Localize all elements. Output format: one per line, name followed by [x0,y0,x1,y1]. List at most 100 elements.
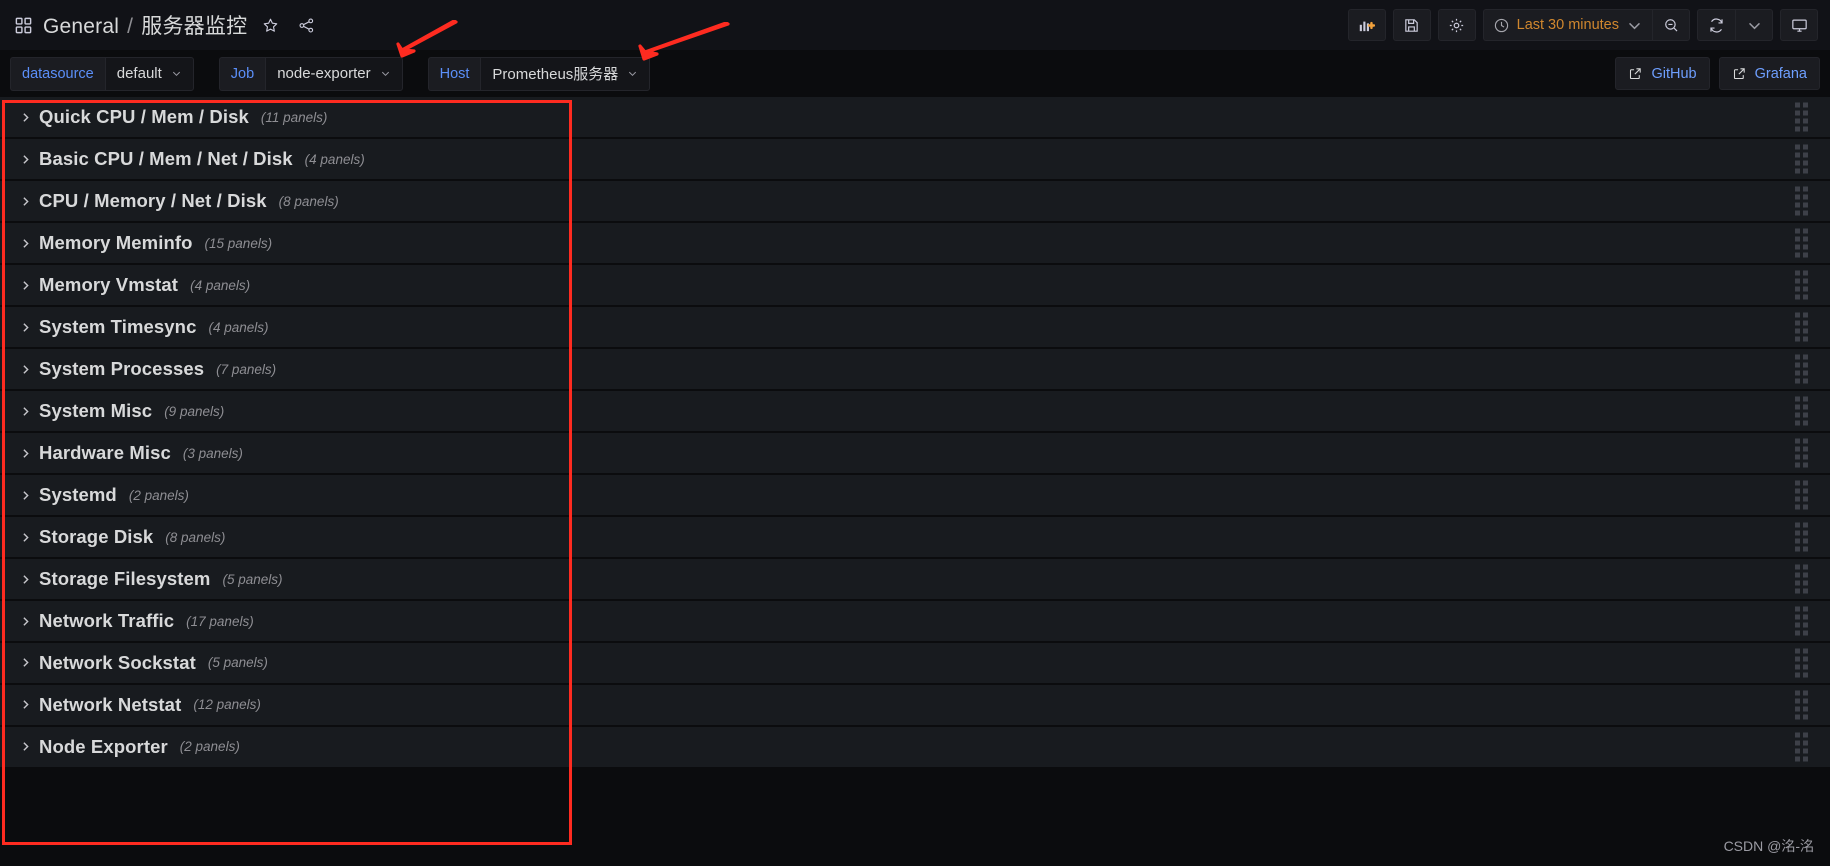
row-panel-count: (3 panels) [182,445,243,461]
external-link-icon [1733,68,1745,80]
row-drag-handle[interactable] [1795,270,1808,300]
zoom-out-time-button[interactable] [1652,9,1690,41]
chevron-right-icon [23,616,29,626]
row-title: Memory Meminfo [39,232,193,254]
dashboard-row[interactable]: System Processes (7 panels) [0,348,1830,390]
row-drag-handle[interactable] [1795,564,1808,594]
chevron-right-icon [23,322,29,332]
dashboard-link-grafana[interactable]: Grafana [1718,57,1820,90]
row-drag-handle[interactable] [1795,144,1808,174]
save-floppy-icon [1405,18,1418,32]
bar-chart-plus-icon [1359,21,1376,31]
variable-label-datasource: datasource [10,56,105,91]
row-panel-count: (15 panels) [204,235,273,251]
row-drag-handle[interactable] [1795,102,1808,132]
row-title: Network Sockstat [39,651,196,673]
dashboard-link-github[interactable]: GitHub [1615,57,1710,90]
row-drag-handle[interactable] [1795,732,1808,762]
external-link-icon [1630,68,1642,80]
refresh-interval-dropdown[interactable] [1735,9,1773,41]
dashboard-link-label-grafana: Grafana [1754,65,1807,82]
row-drag-handle[interactable] [1795,312,1808,342]
row-panel-count: (7 panels) [216,361,277,377]
row-panel-count: (8 panels) [278,193,339,209]
row-panel-count: (2 panels) [128,487,189,503]
row-drag-handle[interactable] [1795,396,1808,426]
variable-label-host: Host [427,56,481,91]
dashboard-row[interactable]: Basic CPU / Mem / Net / Disk (4 panels) [0,138,1830,180]
dashboard-row-list: Quick CPU / Mem / Disk (11 panels) Basic C… [0,97,1830,768]
variable-datasource: datasource default [10,56,194,91]
breadcrumb-separator: / [127,15,134,38]
row-title: CPU / Memory / Net / Disk [39,190,267,212]
page-title: 服务器监控 [141,15,248,38]
row-drag-handle[interactable] [1795,480,1808,510]
chevron-right-icon [23,658,29,668]
dashboard-row[interactable]: Systemd (2 panels) [0,474,1830,516]
breadcrumb-folder[interactable]: General [43,15,119,38]
row-panel-count: (11 panels) [260,109,328,125]
dashboard-row[interactable]: Network Sockstat (5 panels) [0,642,1830,684]
dashboard-row[interactable]: Memory Meminfo (15 panels) [0,222,1830,264]
variable-value-datasource[interactable]: default [104,56,194,91]
save-dashboard-button[interactable] [1392,9,1431,41]
variable-value-job[interactable]: node-exporter [265,56,403,91]
row-panel-count: (5 panels) [222,571,283,587]
chevron-right-icon [23,364,29,374]
zoom-out-icon [1664,18,1677,31]
dashboard-row[interactable]: Network Traffic (17 panels) [0,600,1830,642]
variable-value-text-datasource: default [116,65,162,82]
gear-icon [1449,18,1464,32]
dashboard-row[interactable]: Memory Vmstat (4 panels) [0,264,1830,306]
variable-value-text-host: Prometheus服务器 [492,66,619,83]
dashboard-row[interactable]: CPU / Memory / Net / Disk (8 panels) [0,180,1830,222]
share-nodes-icon[interactable] [293,12,319,38]
variable-value-host[interactable]: Prometheus服务器 [480,56,651,91]
dashboard-row[interactable]: Network Netstat (12 panels) [0,684,1830,726]
row-panel-count: (17 panels) [186,613,254,629]
row-title: Network Netstat [39,693,182,715]
row-panel-count: (9 panels) [164,403,225,419]
top-navigation-bar: General / 服务器监控 Last 30 minutes [0,0,1830,50]
row-panel-count: (4 panels) [208,319,269,335]
clock-icon [1494,18,1508,32]
time-controls-group: Last 30 minutes [1482,9,1690,41]
chevron-right-icon [23,280,29,290]
chevron-right-icon [23,112,29,122]
chevron-right-icon [23,490,29,500]
row-drag-handle[interactable] [1795,606,1808,636]
row-title: Systemd [39,484,117,506]
dashboard-row[interactable]: System Misc (9 panels) [0,390,1830,432]
kiosk-mode-button[interactable] [1780,9,1818,41]
time-range-picker[interactable]: Last 30 minutes [1482,9,1652,41]
row-panel-count: (12 panels) [193,697,261,713]
row-title: Storage Disk [39,526,154,548]
tv-monitor-icon [1791,19,1807,32]
row-drag-handle[interactable] [1795,228,1808,258]
watermark-label: CSDN @洺-洺 [1723,838,1814,854]
dashboard-row[interactable]: Hardware Misc (3 panels) [0,432,1830,474]
dashboard-links-group: GitHub Grafana [1615,57,1820,90]
row-drag-handle[interactable] [1795,522,1808,552]
dashboard-row[interactable]: Node Exporter (2 panels) [0,726,1830,768]
row-panel-count: (4 panels) [190,277,251,293]
refresh-button[interactable] [1697,9,1735,41]
chevron-down-icon [629,71,637,77]
chevron-right-icon [23,196,29,206]
chevron-right-icon [23,406,29,416]
dashboard-row[interactable]: System Timesync (4 panels) [0,306,1830,348]
add-panel-button[interactable] [1347,9,1386,41]
star-icon[interactable] [257,12,283,38]
row-drag-handle[interactable] [1795,354,1808,384]
dashboard-row[interactable]: Quick CPU / Mem / Disk (11 panels) [0,97,1830,138]
row-title: Memory Vmstat [39,274,179,296]
dashboard-row[interactable]: Storage Filesystem (5 panels) [0,558,1830,600]
dashboard-row[interactable]: Storage Disk (8 panels) [0,516,1830,558]
row-drag-handle[interactable] [1795,186,1808,216]
row-drag-handle[interactable] [1795,438,1808,468]
row-drag-handle[interactable] [1795,648,1808,678]
row-drag-handle[interactable] [1795,690,1808,720]
dashboard-link-label-github: GitHub [1651,65,1697,82]
row-title: Storage Filesystem [39,568,211,590]
dashboard-settings-button[interactable] [1437,9,1476,41]
